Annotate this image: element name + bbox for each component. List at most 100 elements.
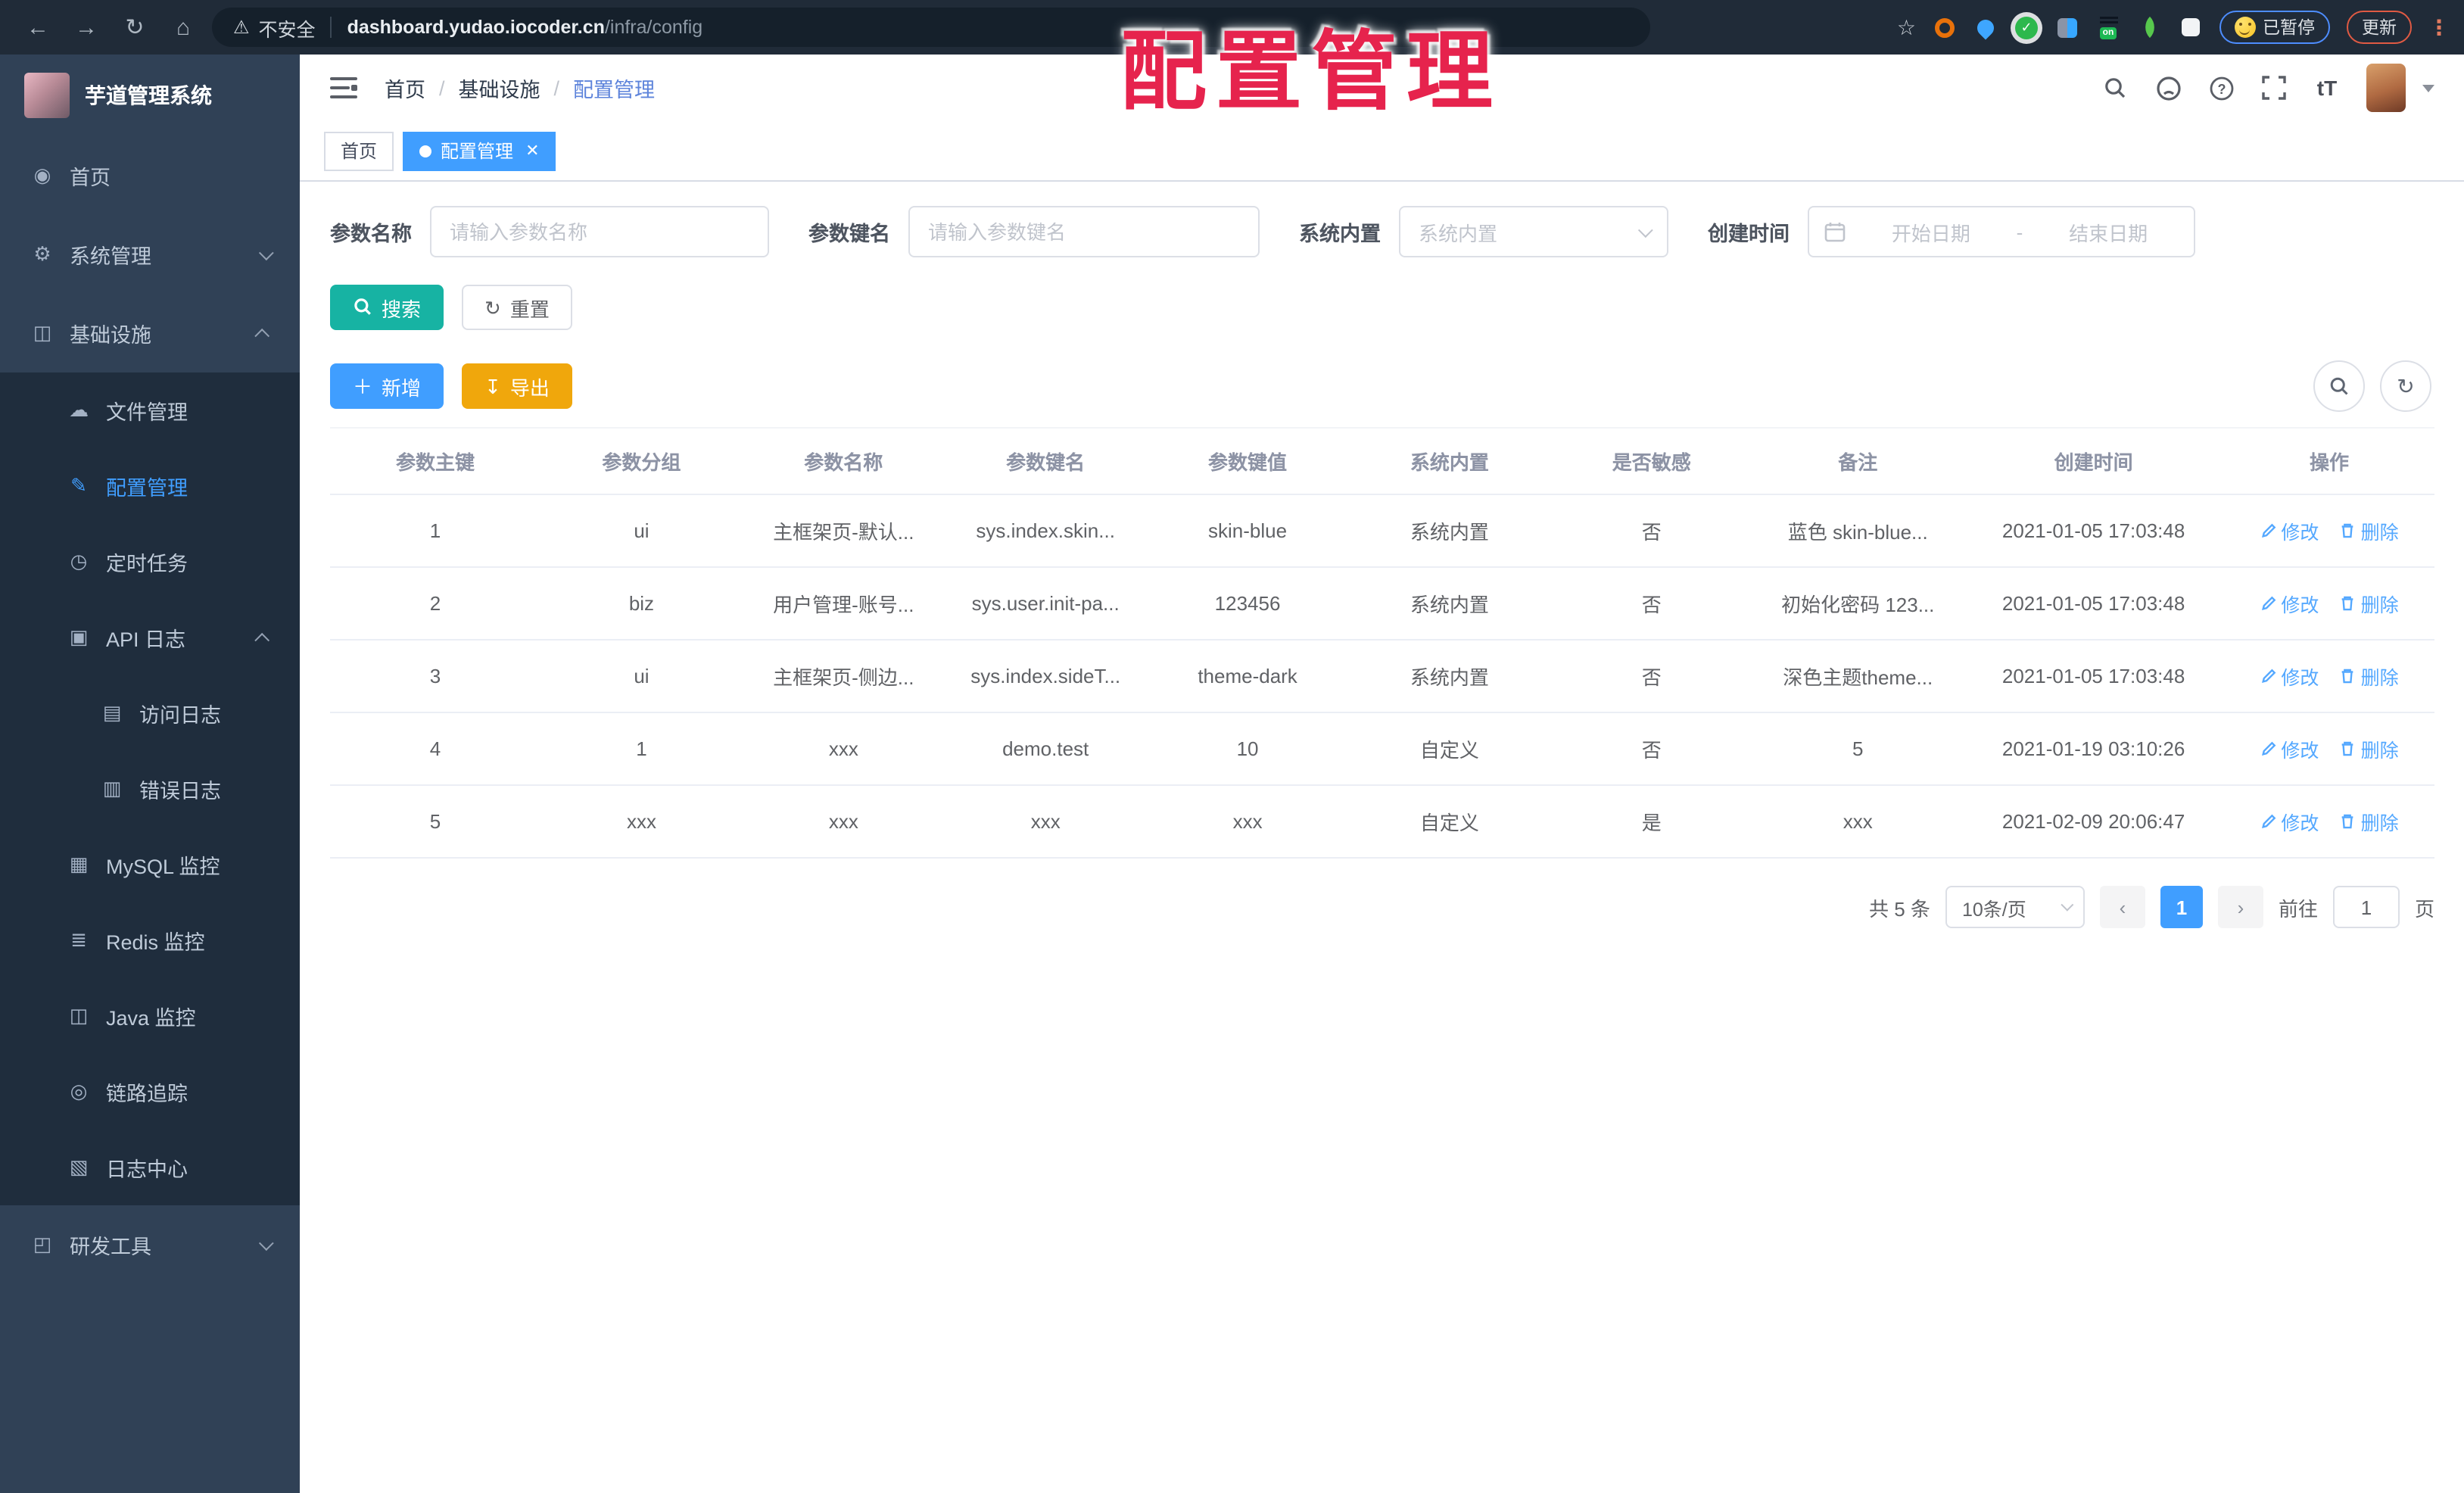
- mysql-icon: ▦: [69, 852, 89, 875]
- next-page-button[interactable]: ›: [2217, 886, 2263, 928]
- profile-paused-badge[interactable]: 已暂停: [2219, 11, 2330, 44]
- refresh-table-button[interactable]: ↻: [2380, 360, 2431, 412]
- extension-on-badge-icon[interactable]: on: [2096, 15, 2120, 39]
- tab-home[interactable]: 首页: [324, 131, 394, 170]
- sidebar-item-access-log[interactable]: ▤ 访问日志: [0, 675, 300, 751]
- trash-icon: [2342, 814, 2353, 829]
- download-icon: ↧: [484, 375, 501, 397]
- date-end: 结束日期: [2069, 222, 2148, 245]
- delete-button[interactable]: 删除: [2340, 734, 2399, 763]
- create-button[interactable]: ＋ 新增: [330, 363, 444, 409]
- create-time-label: 创建时间: [1708, 223, 1790, 245]
- user-menu-caret-icon[interactable]: [2422, 84, 2434, 92]
- home-icon[interactable]: ⌂: [170, 14, 197, 40]
- sidebar-item-system-management[interactable]: ⚙ 系统管理: [0, 215, 300, 294]
- extension-check-icon[interactable]: ✓: [2014, 15, 2039, 39]
- page-size-select[interactable]: 10条/页: [1945, 886, 2085, 928]
- refresh-icon: ↻: [484, 296, 501, 319]
- export-button[interactable]: ↧ 导出: [462, 363, 572, 409]
- sidebar-item-home[interactable]: ◉ 首页: [0, 136, 300, 215]
- fullscreen-icon[interactable]: [2260, 74, 2288, 101]
- search-icon[interactable]: [2101, 74, 2129, 101]
- search-button[interactable]: 搜索: [330, 285, 444, 330]
- chrome-update-button[interactable]: 更新: [2347, 11, 2412, 44]
- system-builtin-select[interactable]: 系统内置: [1399, 206, 1668, 257]
- url-path: /infra/config: [604, 17, 703, 38]
- sidebar-item-java-monitor[interactable]: ◫ Java 监控: [0, 978, 300, 1054]
- page-number-button[interactable]: 1: [2160, 886, 2203, 928]
- sidebar-item-api-log[interactable]: ▣ API 日志: [0, 600, 300, 675]
- sidebar-item-config-management[interactable]: ✎ 配置管理: [0, 448, 300, 524]
- sidebar-item-error-log[interactable]: ▥ 错误日志: [0, 751, 300, 827]
- edit-button[interactable]: 修改: [2260, 734, 2319, 763]
- edit-button[interactable]: 修改: [2260, 807, 2319, 836]
- edit-button[interactable]: 修改: [2260, 589, 2319, 618]
- sidebar-item-trace[interactable]: ◎ 链路追踪: [0, 1054, 300, 1130]
- close-icon[interactable]: ✕: [525, 141, 539, 161]
- active-dot-icon: [419, 145, 432, 157]
- date-range-picker[interactable]: 开始日期 - 结束日期: [1808, 206, 2195, 257]
- browser-menu-icon[interactable]: ⋮: [2428, 14, 2450, 40]
- reload-icon[interactable]: ↻: [121, 14, 148, 41]
- param-name-label: 参数名称: [330, 223, 412, 245]
- delete-button[interactable]: 删除: [2340, 516, 2399, 545]
- sidebar-item-log-center[interactable]: ▧ 日志中心: [0, 1130, 300, 1205]
- sidebar-item-redis-monitor[interactable]: ≣ Redis 监控: [0, 902, 300, 978]
- sidebar-item-scheduled-tasks[interactable]: ◷ 定时任务: [0, 524, 300, 600]
- back-icon[interactable]: ←: [24, 14, 51, 40]
- sidebar-item-file-management[interactable]: ☁ 文件管理: [0, 372, 300, 448]
- table-row: 3 ui 主框架页-侧边... sys.index.sideT... theme…: [330, 640, 2434, 713]
- search-icon: [2330, 377, 2348, 395]
- extension-donut-icon[interactable]: [1933, 15, 1957, 39]
- monitor-icon: ◫: [33, 321, 52, 344]
- sidebar-item-dev-tools[interactable]: ◰ 研发工具: [0, 1205, 300, 1284]
- edit-icon: [2261, 669, 2276, 683]
- tags-view-bar: 首页 配置管理 ✕: [300, 121, 2464, 182]
- param-name-input[interactable]: [430, 206, 769, 257]
- page-unit-label: 页: [2414, 897, 2434, 920]
- extension-sprout-icon[interactable]: [2137, 15, 2161, 39]
- trash-icon: [2342, 523, 2353, 538]
- dashboard-icon: ◉: [33, 164, 51, 186]
- breadcrumb: 首页 / 基础设施 / 配置管理: [385, 73, 655, 103]
- emoji-avatar-icon: [2234, 17, 2255, 38]
- edit-icon: [2261, 596, 2276, 610]
- tab-config-management[interactable]: 配置管理 ✕: [403, 131, 556, 170]
- toggle-search-button[interactable]: [2313, 360, 2365, 412]
- font-size-icon[interactable]: tT: [2313, 74, 2341, 101]
- total-count: 共 5 条: [1869, 897, 1930, 920]
- user-avatar[interactable]: [2366, 64, 2406, 112]
- sidebar-item-mysql-monitor[interactable]: ▦ MySQL 监控: [0, 827, 300, 902]
- extensions-puzzle-icon[interactable]: [2178, 15, 2202, 39]
- sidebar-item-label: API 日志: [106, 628, 186, 651]
- param-key-label: 参数键名: [808, 223, 890, 245]
- browser-nav: ← → ↻ ⌂: [24, 14, 197, 41]
- forward-icon[interactable]: →: [73, 14, 100, 40]
- sidebar-item-label: Java 监控: [106, 1007, 196, 1030]
- breadcrumb-home[interactable]: 首页: [385, 73, 425, 103]
- delete-button[interactable]: 删除: [2340, 662, 2399, 690]
- param-key-input[interactable]: [908, 206, 1260, 257]
- sidebar-item-infrastructure[interactable]: ◫ 基础设施: [0, 294, 300, 372]
- github-icon[interactable]: [2154, 74, 2182, 101]
- bookmark-star-icon[interactable]: ☆: [1897, 14, 1916, 40]
- breadcrumb-infrastructure[interactable]: 基础设施: [459, 73, 540, 103]
- sidebar: 芋道管理系统 ◉ 首页 ⚙ 系统管理 ◫ 基础设施 ☁ 文件管理 ✎ 配置管理 …: [0, 55, 300, 1493]
- trash-icon: [2342, 596, 2353, 611]
- extension-twotone-icon[interactable]: [2055, 15, 2079, 39]
- svg-text:?: ?: [2217, 81, 2226, 96]
- app-logo[interactable]: 芋道管理系统: [0, 55, 300, 136]
- sidebar-collapse-icon[interactable]: [330, 77, 357, 98]
- reset-button[interactable]: ↻ 重置: [462, 285, 572, 330]
- delete-button[interactable]: 删除: [2340, 589, 2399, 618]
- delete-button[interactable]: 删除: [2340, 807, 2399, 836]
- app-title: 芋道管理系统: [85, 83, 212, 108]
- edit-button[interactable]: 修改: [2260, 662, 2319, 690]
- divider: [330, 17, 332, 38]
- prev-page-button[interactable]: ‹: [2099, 886, 2145, 928]
- table-row: 1 ui 主框架页-默认... sys.index.skin... skin-b…: [330, 494, 2434, 568]
- help-icon[interactable]: ?: [2207, 74, 2235, 101]
- goto-page-input[interactable]: [2332, 886, 2400, 928]
- edit-button[interactable]: 修改: [2260, 516, 2319, 545]
- extension-pin-icon[interactable]: [1973, 15, 1998, 39]
